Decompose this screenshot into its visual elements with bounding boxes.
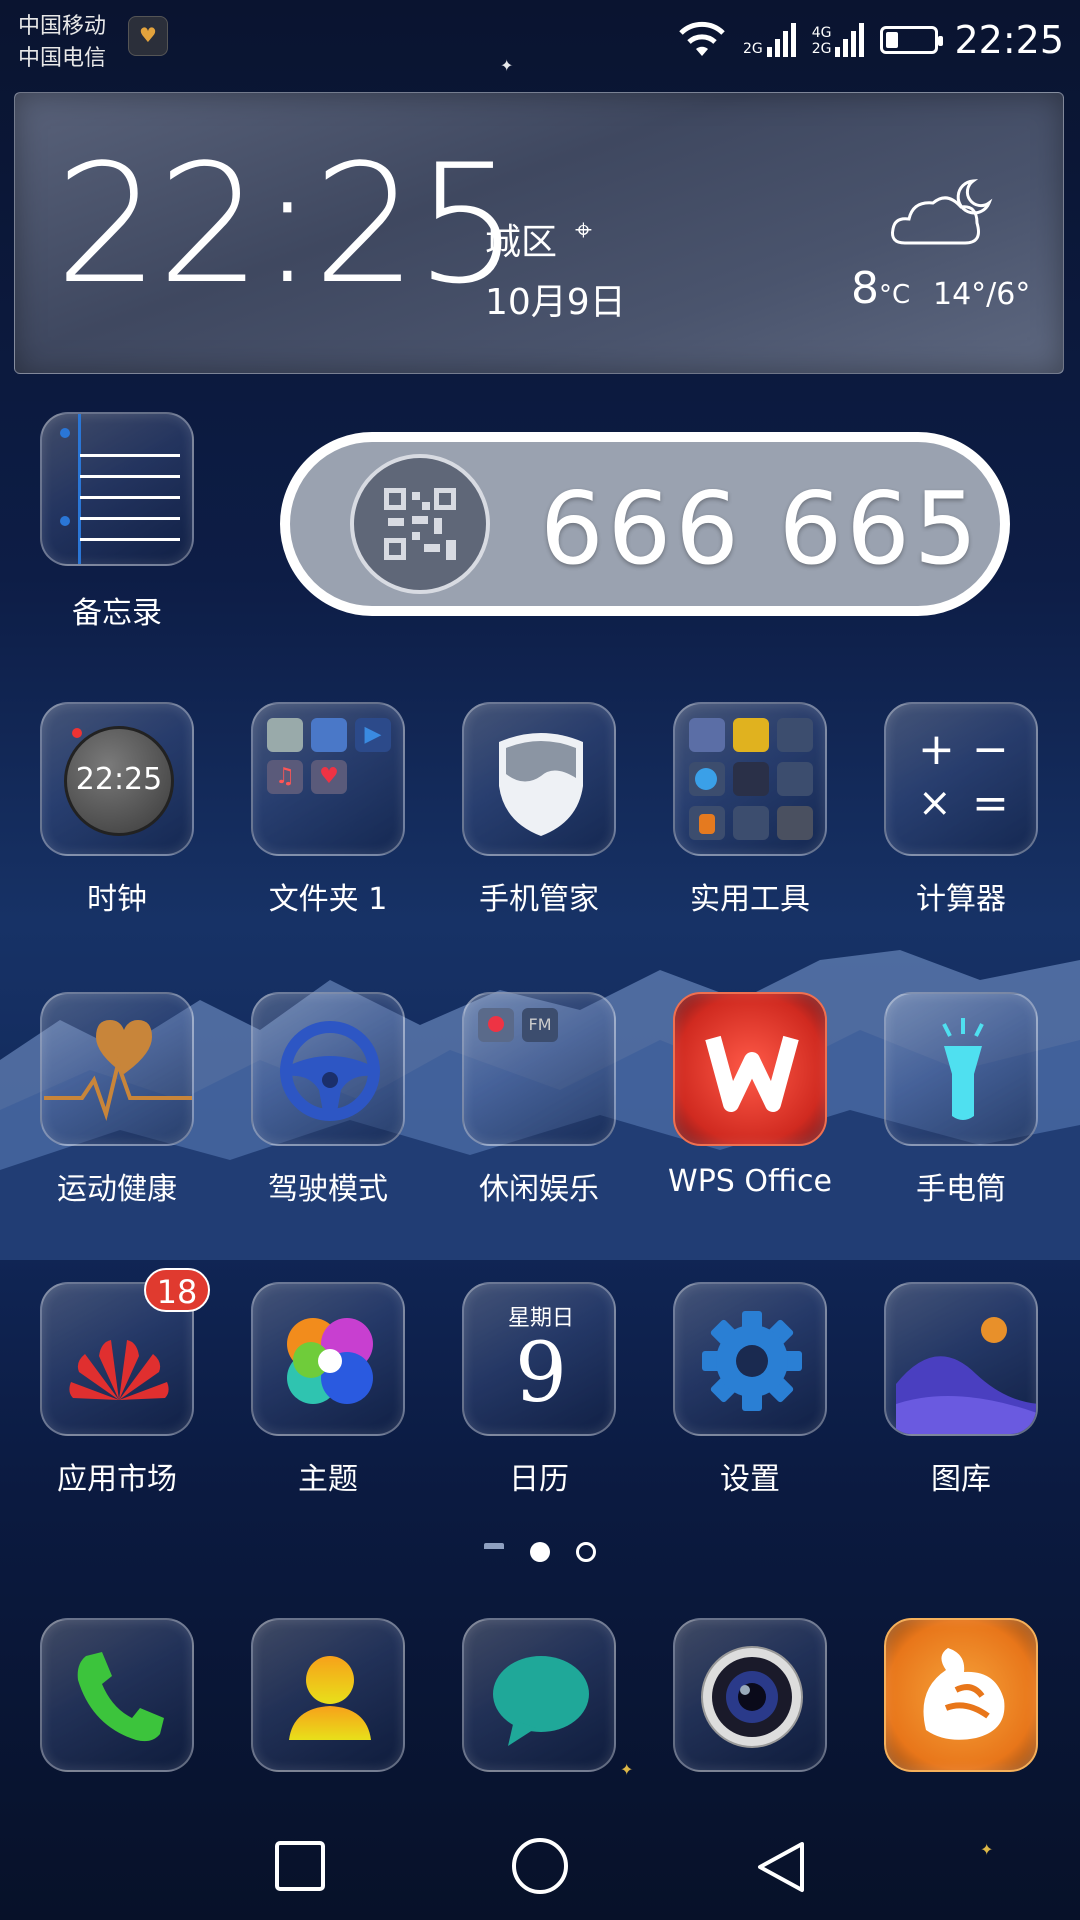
folder-1-icon[interactable]: ▶ ♫ ♥ (251, 702, 405, 856)
widget-location[interactable]: 城区 (485, 213, 557, 265)
wifi-icon (679, 21, 725, 56)
notification-badge: 18 (144, 1268, 210, 1312)
person-icon (289, 1656, 371, 1740)
calendar-icon[interactable]: 星期日 9 (462, 1282, 616, 1436)
settings-label[interactable]: 设置 (640, 1454, 860, 1498)
battery-icon (880, 26, 944, 54)
health-app-icon[interactable] (40, 992, 194, 1146)
gallery-icon[interactable] (884, 1282, 1038, 1436)
location-pin-icon: ⌖ (575, 213, 592, 248)
qr-code-icon[interactable] (350, 454, 490, 594)
phone-manager-icon[interactable] (462, 702, 616, 856)
app-market-label[interactable]: 应用市场 (7, 1454, 227, 1498)
phone-manager-label[interactable]: 手机管家 (429, 874, 649, 918)
widget-temp-range[interactable]: 14°/6° (933, 277, 1030, 312)
wps-office-label[interactable]: WPS Office (640, 1164, 860, 1199)
calculator-icon[interactable]: + − × = (884, 702, 1038, 856)
net-2-bottom-label: 2G (811, 41, 832, 57)
flashlight-icon[interactable] (884, 992, 1038, 1146)
folder-1-label[interactable]: 文件夹 1 (218, 874, 438, 918)
chat-bubble-icon (493, 1656, 589, 1746)
phone-icon[interactable] (40, 1618, 194, 1772)
driving-mode-label[interactable]: 驾驶模式 (218, 1164, 438, 1208)
carrier-1-label: 中国移动 (18, 14, 107, 39)
steering-wheel-icon (280, 1021, 380, 1121)
qr-number-widget[interactable]: 666 665 (280, 432, 1010, 616)
recent-apps-icon[interactable] (274, 1840, 326, 1892)
home-screen-indicator-icon[interactable] (484, 1543, 504, 1561)
navigation-bar (0, 1810, 1080, 1920)
themes-label[interactable]: 主题 (218, 1454, 438, 1498)
pinwheel-icon (287, 1318, 373, 1404)
calendar-day: 9 (514, 1326, 568, 1421)
entertainment-folder-icon[interactable]: FM (462, 992, 616, 1146)
status-bar: 中国移动 中国电信 ♥ 2G 4G 2G 22:25 (0, 0, 1080, 80)
settings-icon[interactable] (673, 1282, 827, 1436)
lens-icon (701, 1646, 803, 1748)
home-icon[interactable] (510, 1836, 570, 1896)
shield-icon (499, 733, 583, 836)
net-1-label: 2G (742, 41, 763, 57)
signal-2: 4G 2G (812, 23, 865, 57)
calculator-label[interactable]: 计算器 (851, 874, 1071, 918)
camera-icon[interactable] (673, 1618, 827, 1772)
signal-bars-icon (835, 23, 865, 57)
wps-office-icon[interactable] (673, 992, 827, 1146)
widget-time[interactable]: 22:25 (55, 143, 520, 307)
entertainment-folder-label[interactable]: 休闲娱乐 (429, 1164, 649, 1208)
gear-icon (702, 1311, 802, 1411)
flashlight-label[interactable]: 手电筒 (851, 1164, 1071, 1208)
landscape-icon (896, 1317, 1036, 1434)
driving-mode-icon[interactable] (251, 992, 405, 1146)
temperature-unit: °C (879, 280, 911, 310)
status-time: 22:25 (954, 18, 1064, 62)
memo-app-icon[interactable] (40, 412, 194, 566)
net-2-top-label: 4G (811, 25, 832, 41)
widget-temperature[interactable]: 8°C (851, 263, 910, 314)
themes-icon[interactable] (251, 1282, 405, 1436)
contacts-icon[interactable] (251, 1618, 405, 1772)
tools-folder-icon[interactable] (673, 702, 827, 856)
temperature-value: 8 (851, 263, 879, 314)
memo-app-label[interactable]: 备忘录 (7, 588, 227, 632)
health-notification-icon: ♥ (128, 16, 168, 56)
signal-1: 2G (743, 23, 796, 57)
page-dot[interactable] (576, 1542, 596, 1562)
clock-app-label[interactable]: 时钟 (7, 874, 227, 918)
calendar-label[interactable]: 日历 (429, 1454, 649, 1498)
page-indicator (0, 1542, 1080, 1562)
gallery-label[interactable]: 图库 (851, 1454, 1071, 1498)
signal-bars-icon (766, 23, 796, 57)
page-dot-active[interactable] (530, 1542, 550, 1562)
widget-date[interactable]: 10月9日 (485, 273, 626, 325)
clock-face-time: 22:25 (75, 762, 163, 797)
messages-icon[interactable] (462, 1618, 616, 1772)
qr-number: 666 665 (540, 470, 982, 587)
tools-folder-label[interactable]: 实用工具 (640, 874, 860, 918)
cloud-moon-icon[interactable] (885, 173, 995, 253)
squirrel-icon (923, 1648, 1005, 1740)
carrier-2-label: 中国电信 (18, 46, 107, 71)
clock-weather-widget[interactable]: 22:25 城区 ⌖ 10月9日 8°C 14°/6° (14, 92, 1064, 374)
uc-browser-icon[interactable] (884, 1618, 1038, 1772)
back-icon[interactable] (754, 1840, 808, 1894)
health-app-label[interactable]: 运动健康 (7, 1164, 227, 1208)
clock-app-icon[interactable]: 22:25 (40, 702, 194, 856)
